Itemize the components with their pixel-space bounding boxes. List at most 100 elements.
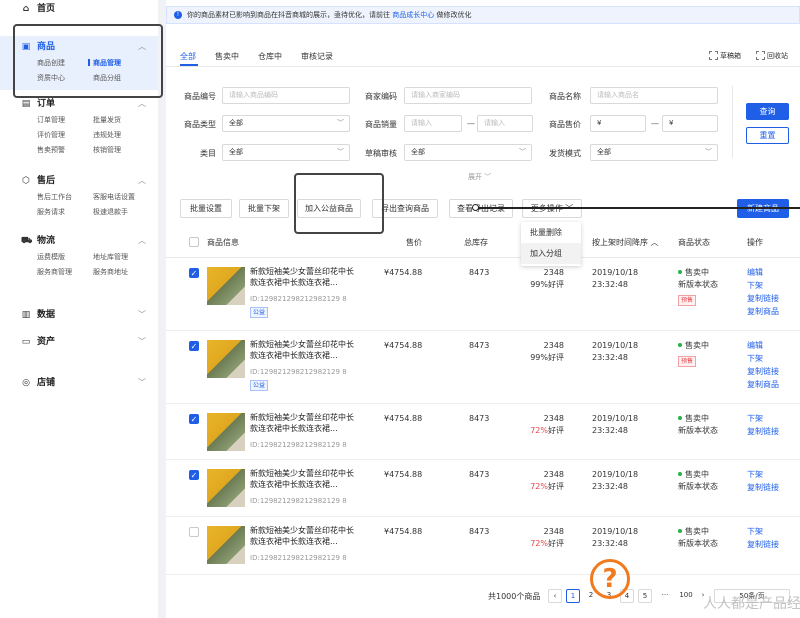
menu-item-add-group[interactable]: 加入分组 — [521, 243, 581, 264]
drafts-button[interactable]: 草稿箱 — [709, 51, 741, 61]
price-min-input[interactable]: ¥ — [590, 115, 646, 132]
price-max-input[interactable]: ¥ — [662, 115, 718, 132]
sidebar-item-address-lib[interactable]: 地址库管理 — [93, 252, 163, 262]
page-prev-button[interactable]: ‹ — [548, 589, 562, 603]
row-checkbox[interactable]: ✓ — [189, 341, 199, 351]
query-button[interactable]: 查询 — [746, 103, 789, 120]
sidebar-logistics-title[interactable]: 物流 — [37, 236, 55, 246]
page-100-button[interactable]: 100 — [676, 589, 696, 603]
page-1-button[interactable]: 1 — [566, 589, 580, 603]
tab-on-sale[interactable]: 售卖中 — [215, 51, 239, 62]
filter-mcode-label: 商家编码 — [365, 92, 397, 101]
th-sort-time[interactable]: 按上架时间降序 ︿ — [592, 237, 659, 248]
row-action-link[interactable]: 复制商品 — [747, 378, 779, 391]
row-checkbox[interactable]: ✓ — [189, 414, 199, 424]
category-select[interactable]: 全部 ﹀ — [222, 144, 350, 161]
product-thumbnail[interactable] — [207, 413, 245, 451]
table-row: ✓ 新款短袖美少女蕾丝印花中长款连衣裙中长款连衣裙... ID:1298212982… — [166, 258, 800, 331]
recycle-bin-button[interactable]: 回收站 — [756, 51, 788, 61]
tab-warehouse[interactable]: 仓库中 — [258, 51, 282, 62]
product-thumbnail[interactable] — [207, 340, 245, 378]
sidebar-group-data[interactable]: ▥ 数据 ﹀ — [0, 308, 158, 322]
merchant-code-input[interactable]: 请输入商家编码 — [404, 87, 532, 104]
goods-type-value: 全部 — [229, 119, 243, 127]
chevron-down-icon: ﹀ — [138, 310, 146, 319]
sales-min-input[interactable]: 请输入 — [404, 115, 462, 132]
batch-offshelf-button[interactable]: 批量下架 — [239, 199, 289, 218]
sidebar-item-sales-warning[interactable]: 售卖预警 — [37, 145, 93, 155]
draft-review-value: 全部 — [411, 148, 425, 156]
th-goods-info: 商品信息 — [207, 238, 239, 247]
expand-toggle[interactable]: 展开 ﹀ — [468, 172, 491, 182]
product-name[interactable]: 新款短袖美少女蕾丝印花中长款连衣裙中长款连衣裙... — [250, 525, 354, 547]
ship-mode-select[interactable]: 全部 ﹀ — [590, 144, 718, 161]
menu-item-batch-delete[interactable]: 批量删除 — [521, 222, 581, 243]
page-5-button[interactable]: 5 — [638, 589, 652, 603]
sidebar-item-provider-manage[interactable]: 服务商管理 — [37, 267, 93, 277]
chevron-up-icon[interactable]: ︿ — [138, 97, 146, 111]
product-thumbnail[interactable] — [207, 469, 245, 507]
row-action-link[interactable]: 复制商品 — [747, 305, 779, 318]
product-sales: 2348 99%好评 — [504, 340, 564, 364]
row-action-link[interactable]: 复制链接 — [747, 365, 779, 378]
product-thumbnail[interactable] — [207, 526, 245, 564]
annotation-box-charity — [294, 173, 384, 234]
chevron-down-icon: ﹀ — [138, 337, 146, 346]
row-checkbox[interactable]: ✓ — [189, 268, 199, 278]
filter-code-label: 商品编号 — [184, 92, 216, 101]
chevron-up-icon[interactable]: ︿ — [138, 234, 146, 248]
sales-max-input[interactable]: 请输入 — [477, 115, 533, 132]
row-action-link[interactable]: 下架 — [747, 352, 779, 365]
goods-name-input[interactable]: 请输入商品名 — [590, 87, 718, 104]
draft-review-select[interactable]: 全部 ﹀ — [404, 144, 532, 161]
sidebar-item-service-phone[interactable]: 客服电话设置 — [93, 192, 163, 202]
row-checkbox[interactable] — [189, 527, 199, 537]
row-action-link[interactable]: 复制链接 — [747, 425, 779, 438]
sidebar-orders-title[interactable]: 订单 — [37, 99, 55, 109]
sidebar-item-aftersale-desk[interactable]: 售后工作台 — [37, 192, 93, 202]
row-action-link[interactable]: 下架 — [747, 468, 779, 481]
tab-all[interactable]: 全部 — [180, 51, 196, 62]
sidebar-item-service-request[interactable]: 服务请求 — [37, 207, 93, 217]
sidebar-home[interactable]: ⌂ 首页 — [0, 2, 158, 16]
row-action-link[interactable]: 编辑 — [747, 266, 779, 279]
listing-date: 2019/10/18 — [592, 341, 639, 350]
batch-settings-button[interactable]: 批量设置 — [180, 199, 232, 218]
row-action-link[interactable]: 复制链接 — [747, 481, 779, 494]
row-action-link[interactable]: 下架 — [747, 525, 779, 538]
sidebar: ⌂ 首页 ▣ 商品 ︿ 商品创建 商品管理 资质中心 商品分组 ▤ 订单 ︿ 订单管理 批… — [0, 0, 163, 618]
sidebar-aftersale-title[interactable]: 售后 — [37, 176, 55, 186]
goods-type-select[interactable]: 全部 ﹀ — [222, 115, 350, 132]
sidebar-group-shop[interactable]: ◎ 店铺 ﹀ — [0, 376, 158, 390]
sidebar-item-provider-address[interactable]: 服务商地址 — [93, 267, 163, 277]
sidebar-group-assets[interactable]: ▭ 资产 ﹀ — [0, 335, 158, 349]
sidebar-item-fast-refund[interactable]: 极速退款手 — [93, 207, 163, 217]
product-name[interactable]: 新款短袖美少女蕾丝印花中长款连衣裙中长款连衣裙... — [250, 266, 354, 288]
sidebar-item-freight-template[interactable]: 运费模版 — [37, 252, 93, 262]
notice-link[interactable]: 商品成长中心 — [392, 11, 434, 19]
row-action-link[interactable]: 复制链接 — [747, 538, 779, 551]
select-all-checkbox[interactable] — [189, 237, 199, 247]
product-name[interactable]: 新款短袖美少女蕾丝印花中长款连衣裙中长款连衣裙... — [250, 339, 354, 361]
row-action-link[interactable]: 复制链接 — [747, 292, 779, 305]
sidebar-item-violation[interactable]: 违规处理 — [93, 130, 163, 140]
goods-code-input[interactable]: 请输入商品编码 — [222, 87, 350, 104]
sidebar-item-order-manage[interactable]: 订单管理 — [37, 115, 93, 125]
listing-date: 2019/10/18 — [592, 470, 639, 479]
row-action-link[interactable]: 编辑 — [747, 339, 779, 352]
product-stock: 8473 — [469, 341, 490, 350]
product-name[interactable]: 新款短袖美少女蕾丝印花中长款连衣裙中长款连衣裙... — [250, 468, 354, 490]
sidebar-item-review[interactable]: 评价管理 — [37, 130, 93, 140]
row-action-link[interactable]: 下架 — [747, 412, 779, 425]
sidebar-item-batch-ship[interactable]: 批量发货 — [93, 115, 163, 125]
filter-ship-label: 发货模式 — [549, 149, 581, 158]
tab-review-records[interactable]: 审核记录 — [301, 51, 333, 62]
sidebar-item-writeoff[interactable]: 核销管理 — [93, 145, 163, 155]
row-action-link[interactable]: 下架 — [747, 279, 779, 292]
reset-button[interactable]: 重置 — [746, 127, 789, 144]
listing-date: 2019/10/18 — [592, 268, 639, 277]
product-name[interactable]: 新款短袖美少女蕾丝印花中长款连衣裙中长款连衣裙... — [250, 412, 354, 434]
chevron-up-icon[interactable]: ︿ — [138, 174, 146, 188]
product-thumbnail[interactable] — [207, 267, 245, 305]
row-checkbox[interactable]: ✓ — [189, 470, 199, 480]
